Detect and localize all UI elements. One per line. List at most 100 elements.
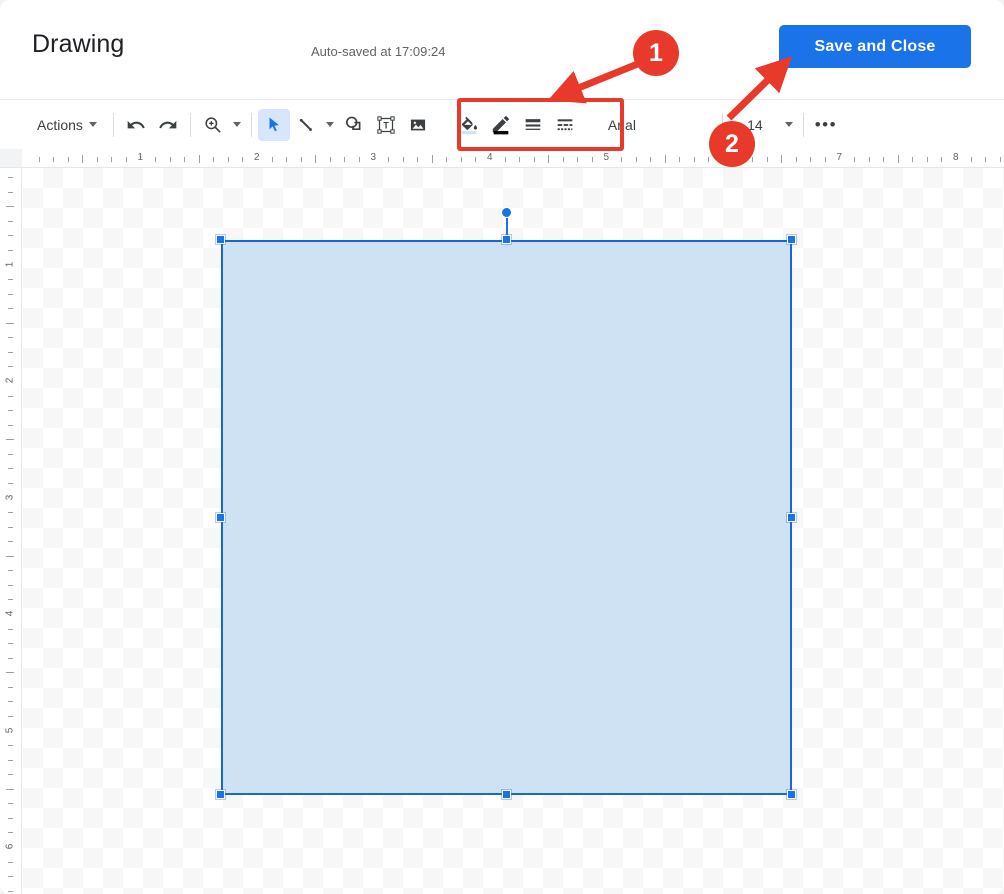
ruler-tick bbox=[6, 206, 14, 208]
ruler-tick bbox=[53, 157, 55, 162]
ruler-tick bbox=[227, 157, 229, 162]
ruler-tick bbox=[38, 157, 40, 162]
ruler-tick bbox=[402, 157, 404, 162]
ruler-label: 6 bbox=[4, 843, 16, 850]
border-weight-button[interactable] bbox=[517, 109, 549, 141]
ruler-tick bbox=[8, 890, 13, 892]
ruler-tick bbox=[125, 157, 127, 162]
ruler-tick bbox=[519, 157, 521, 162]
actions-menu-button[interactable]: Actions bbox=[27, 109, 107, 141]
annotation-marker-1: 1 bbox=[633, 30, 679, 76]
resize-handle-top-center[interactable] bbox=[502, 235, 511, 244]
fill-color-button[interactable] bbox=[453, 109, 485, 141]
insert-image-button[interactable] bbox=[402, 109, 434, 141]
ruler-label: 4 bbox=[487, 152, 493, 163]
ruler-tick bbox=[8, 220, 13, 222]
line-tool-button[interactable] bbox=[290, 109, 322, 141]
ruler-tick bbox=[67, 157, 69, 162]
ruler-tick bbox=[431, 155, 433, 163]
ruler-tick bbox=[679, 157, 681, 162]
vertical-ruler[interactable]: 1 2 3 4 5 6 bbox=[0, 168, 22, 894]
horizontal-ruler[interactable]: 12345678 bbox=[0, 149, 1004, 168]
ruler-tick bbox=[344, 157, 346, 162]
line-dropdown-chevron-down-icon[interactable] bbox=[325, 122, 334, 127]
ruler-tick bbox=[591, 157, 593, 162]
redo-button[interactable] bbox=[152, 109, 184, 141]
ruler-tick bbox=[315, 155, 317, 163]
save-and-close-button[interactable]: Save and Close bbox=[779, 25, 971, 68]
ruler-tick bbox=[824, 157, 826, 162]
rotation-handle[interactable] bbox=[501, 207, 512, 218]
ruler-tick bbox=[184, 157, 186, 162]
ruler-tick bbox=[8, 701, 13, 703]
font-family-selector[interactable]: Arial bbox=[598, 109, 716, 141]
ruler-tick bbox=[6, 788, 14, 790]
ruler-corner bbox=[0, 149, 22, 167]
ruler-tick bbox=[752, 157, 754, 162]
ruler-tick bbox=[8, 570, 13, 572]
shape-tool-button[interactable] bbox=[338, 109, 370, 141]
resize-handle-middle-left[interactable] bbox=[216, 513, 225, 522]
ruler-tick bbox=[504, 157, 506, 162]
ruler-tick bbox=[941, 157, 943, 162]
ruler-tick bbox=[8, 803, 13, 805]
resize-handle-top-right[interactable] bbox=[787, 235, 796, 244]
ruler-tick bbox=[970, 157, 972, 162]
ruler-tick bbox=[286, 157, 288, 162]
editor-header: Drawing Auto-saved at 17:09:24 Save and … bbox=[0, 0, 1004, 93]
ruler-tick bbox=[8, 351, 13, 353]
ruler-tick bbox=[926, 157, 928, 162]
ruler-tick bbox=[650, 157, 652, 162]
ruler-tick bbox=[693, 157, 695, 162]
actions-menu-label: Actions bbox=[37, 116, 83, 133]
ruler-tick bbox=[8, 410, 13, 412]
ruler-tick bbox=[446, 157, 448, 162]
ruler-tick bbox=[868, 157, 870, 162]
resize-handle-bottom-center[interactable] bbox=[502, 790, 511, 799]
more-options-button[interactable]: ••• bbox=[810, 109, 842, 141]
ruler-tick bbox=[8, 512, 13, 514]
drawing-editor-window: Drawing Auto-saved at 17:09:24 Save and … bbox=[0, 0, 1004, 894]
ruler-tick bbox=[883, 157, 885, 162]
ruler-tick bbox=[6, 439, 14, 441]
ruler-tick bbox=[8, 599, 13, 601]
ruler-tick bbox=[111, 157, 113, 162]
toolbar-divider bbox=[802, 112, 804, 137]
font-size-chevron-down-icon[interactable] bbox=[784, 122, 793, 127]
border-dash-button[interactable] bbox=[549, 109, 581, 141]
ruler-tick bbox=[8, 468, 13, 470]
ruler-tick bbox=[8, 759, 13, 761]
ruler-label: 2 bbox=[254, 152, 260, 163]
ruler-tick bbox=[8, 861, 13, 863]
ruler-tick bbox=[8, 177, 13, 179]
selected-rectangle-shape[interactable] bbox=[221, 240, 792, 795]
undo-button[interactable] bbox=[120, 109, 152, 141]
ruler-tick bbox=[300, 157, 302, 162]
ruler-tick bbox=[460, 157, 462, 162]
select-tool-button[interactable] bbox=[257, 108, 290, 141]
ruler-tick bbox=[8, 293, 13, 295]
zoom-dropdown-chevron-down-icon[interactable] bbox=[232, 122, 241, 127]
ruler-tick bbox=[8, 308, 13, 310]
resize-handle-bottom-right[interactable] bbox=[787, 790, 796, 799]
ruler-tick bbox=[417, 157, 419, 162]
ruler-tick bbox=[8, 832, 13, 834]
border-color-button[interactable] bbox=[485, 109, 517, 141]
resize-handle-bottom-left[interactable] bbox=[216, 790, 225, 799]
ruler-tick bbox=[664, 155, 666, 163]
ruler-label: 5 bbox=[603, 152, 610, 163]
ruler-tick bbox=[6, 322, 14, 324]
zoom-button[interactable] bbox=[197, 109, 229, 141]
ruler-tick bbox=[621, 157, 623, 162]
ruler-tick bbox=[912, 157, 914, 162]
text-box-tool-button[interactable]: T bbox=[370, 109, 402, 141]
ruler-tick bbox=[198, 155, 200, 163]
resize-handle-top-left[interactable] bbox=[216, 235, 225, 244]
drawing-canvas[interactable] bbox=[23, 168, 1004, 894]
ruler-label: 3 bbox=[4, 494, 16, 500]
ruler-tick bbox=[8, 526, 13, 528]
ruler-tick bbox=[475, 157, 477, 162]
chevron-down-icon bbox=[88, 122, 97, 127]
resize-handle-middle-right[interactable] bbox=[787, 513, 796, 522]
annotation-marker-2: 2 bbox=[709, 121, 755, 167]
